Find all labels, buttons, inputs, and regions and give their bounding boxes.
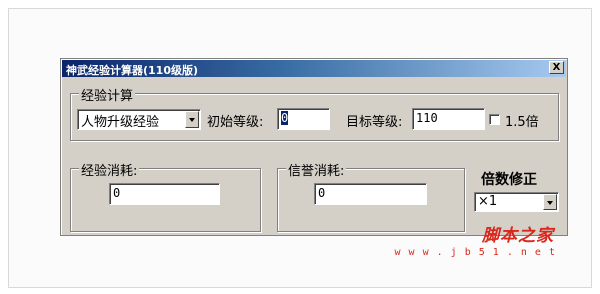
- title-bar[interactable]: 神武经验计算器(110级版) X: [62, 60, 566, 77]
- honor-cost-output[interactable]: 0: [314, 183, 427, 205]
- exp-calc-legend: 经验计算: [79, 85, 136, 104]
- close-button[interactable]: X: [549, 61, 564, 74]
- multiplier-checkbox-label: 1.5倍: [505, 115, 539, 130]
- honor-cost-legend: 信誉消耗:: [286, 160, 347, 179]
- target-level-label: 目标等级:: [346, 115, 403, 130]
- exp-cost-output[interactable]: 0: [109, 183, 220, 205]
- multiplier-select-value: ×1: [478, 194, 498, 209]
- initial-level-input[interactable]: 0: [277, 108, 330, 130]
- multiplier-select[interactable]: ×1: [474, 192, 559, 212]
- chevron-down-icon[interactable]: [543, 194, 557, 210]
- close-icon: X: [552, 61, 561, 73]
- initial-level-label: 初始等级:: [207, 115, 264, 130]
- category-select[interactable]: 人物升级经验: [77, 109, 201, 130]
- exp-cost-legend: 经验消耗:: [79, 160, 140, 179]
- chevron-down-icon[interactable]: [185, 111, 199, 128]
- multiplier-correction-label: 倍数修正: [481, 172, 537, 188]
- watermark-url: w w w . j b 5 1 . n e t: [394, 247, 556, 258]
- window-title: 神武经验计算器(110级版): [66, 64, 199, 77]
- initial-level-value: 0: [281, 111, 289, 125]
- honor-cost-value: 0: [318, 186, 326, 200]
- calculator-window: 神武经验计算器(110级版) X 经验计算 人物升级经验 初始等级: 0 目标等…: [60, 58, 568, 236]
- screenshot-canvas: 神武经验计算器(110级版) X 经验计算 人物升级经验 初始等级: 0 目标等…: [0, 0, 600, 294]
- category-select-value: 人物升级经验: [81, 115, 160, 130]
- exp-cost-value: 0: [113, 186, 121, 200]
- target-level-value: 110: [416, 111, 438, 125]
- target-level-input[interactable]: 110: [412, 108, 485, 130]
- multiplier-checkbox[interactable]: [489, 114, 500, 125]
- watermark-logo: 脚本之家: [482, 226, 554, 246]
